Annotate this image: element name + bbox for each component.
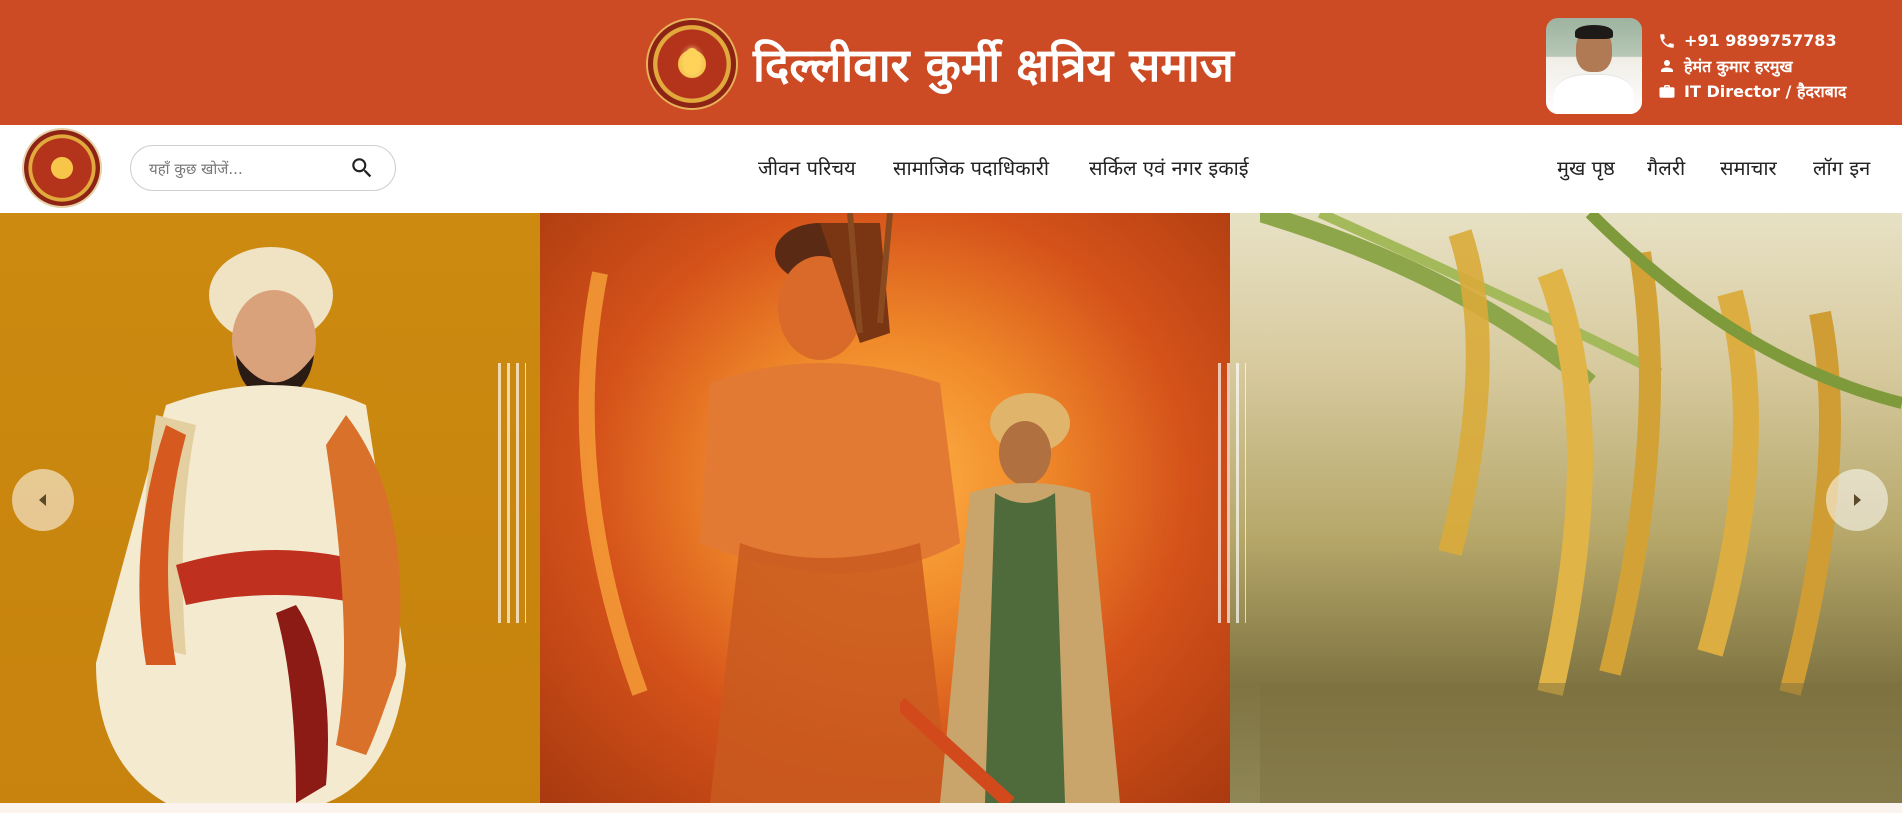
nav-logo[interactable]: [24, 130, 100, 206]
site-title: दिल्लीवार कुर्मी क्षत्रिय समाज: [753, 38, 1234, 92]
nav-circle-nagar-ikai[interactable]: सर्किल एवं नगर इकाई: [1089, 151, 1249, 185]
search-box: [130, 145, 396, 191]
light-streak-left: [498, 363, 526, 623]
main-navbar: जीवन परिचय सामाजिक पदाधिकारी सर्किल एवं …: [0, 125, 1902, 213]
carousel-next-button[interactable]: [1826, 469, 1888, 531]
nav-news[interactable]: समाचार: [1720, 151, 1777, 185]
chevron-right-icon: [1854, 494, 1861, 506]
nav-gallery[interactable]: गैलरी: [1647, 151, 1685, 185]
phone-icon: [1656, 32, 1678, 50]
chevron-left-icon: [39, 494, 46, 506]
contact-role-row: IT Director / हैदराबाद: [1656, 78, 1846, 103]
paddy-field-image: [1260, 213, 1902, 803]
king-illustration: [96, 247, 406, 803]
section-divider: [0, 803, 1902, 813]
contact-name: हेमंत कुमार हरमुख: [1684, 56, 1793, 76]
nav-samajik-padadhikari[interactable]: सामाजिक पदाधिकारी: [893, 151, 1049, 185]
contact-name-row: हेमंत कुमार हरमुख: [1656, 53, 1846, 78]
briefcase-icon: [1656, 82, 1678, 100]
nav-jeevan-parichay[interactable]: जीवन परिचय: [758, 151, 856, 185]
hero-carousel: [0, 213, 1902, 803]
warrior-illustration: [900, 393, 1120, 803]
nav-home[interactable]: मुख पृष्ठ: [1557, 151, 1615, 185]
contact-info: +91 9899757783 हेमंत कुमार हरमुख IT Dire…: [1656, 28, 1846, 103]
contact-role: IT Director / हैदराबाद: [1684, 81, 1847, 101]
director-photo: [1546, 18, 1642, 114]
search-icon[interactable]: [349, 155, 377, 183]
person-icon: [1656, 57, 1678, 75]
top-header: दिल्लीवार कुर्मी क्षत्रिय समाज +91 98997…: [0, 0, 1902, 125]
search-input[interactable]: [149, 154, 339, 184]
light-streak-right: [1218, 363, 1246, 623]
carousel-prev-button[interactable]: [12, 469, 74, 531]
contact-phone: +91 9899757783: [1684, 31, 1837, 50]
nav-login[interactable]: लॉग इन: [1813, 151, 1870, 185]
samaj-logo[interactable]: [648, 20, 736, 108]
contact-phone-row[interactable]: +91 9899757783: [1656, 28, 1846, 53]
